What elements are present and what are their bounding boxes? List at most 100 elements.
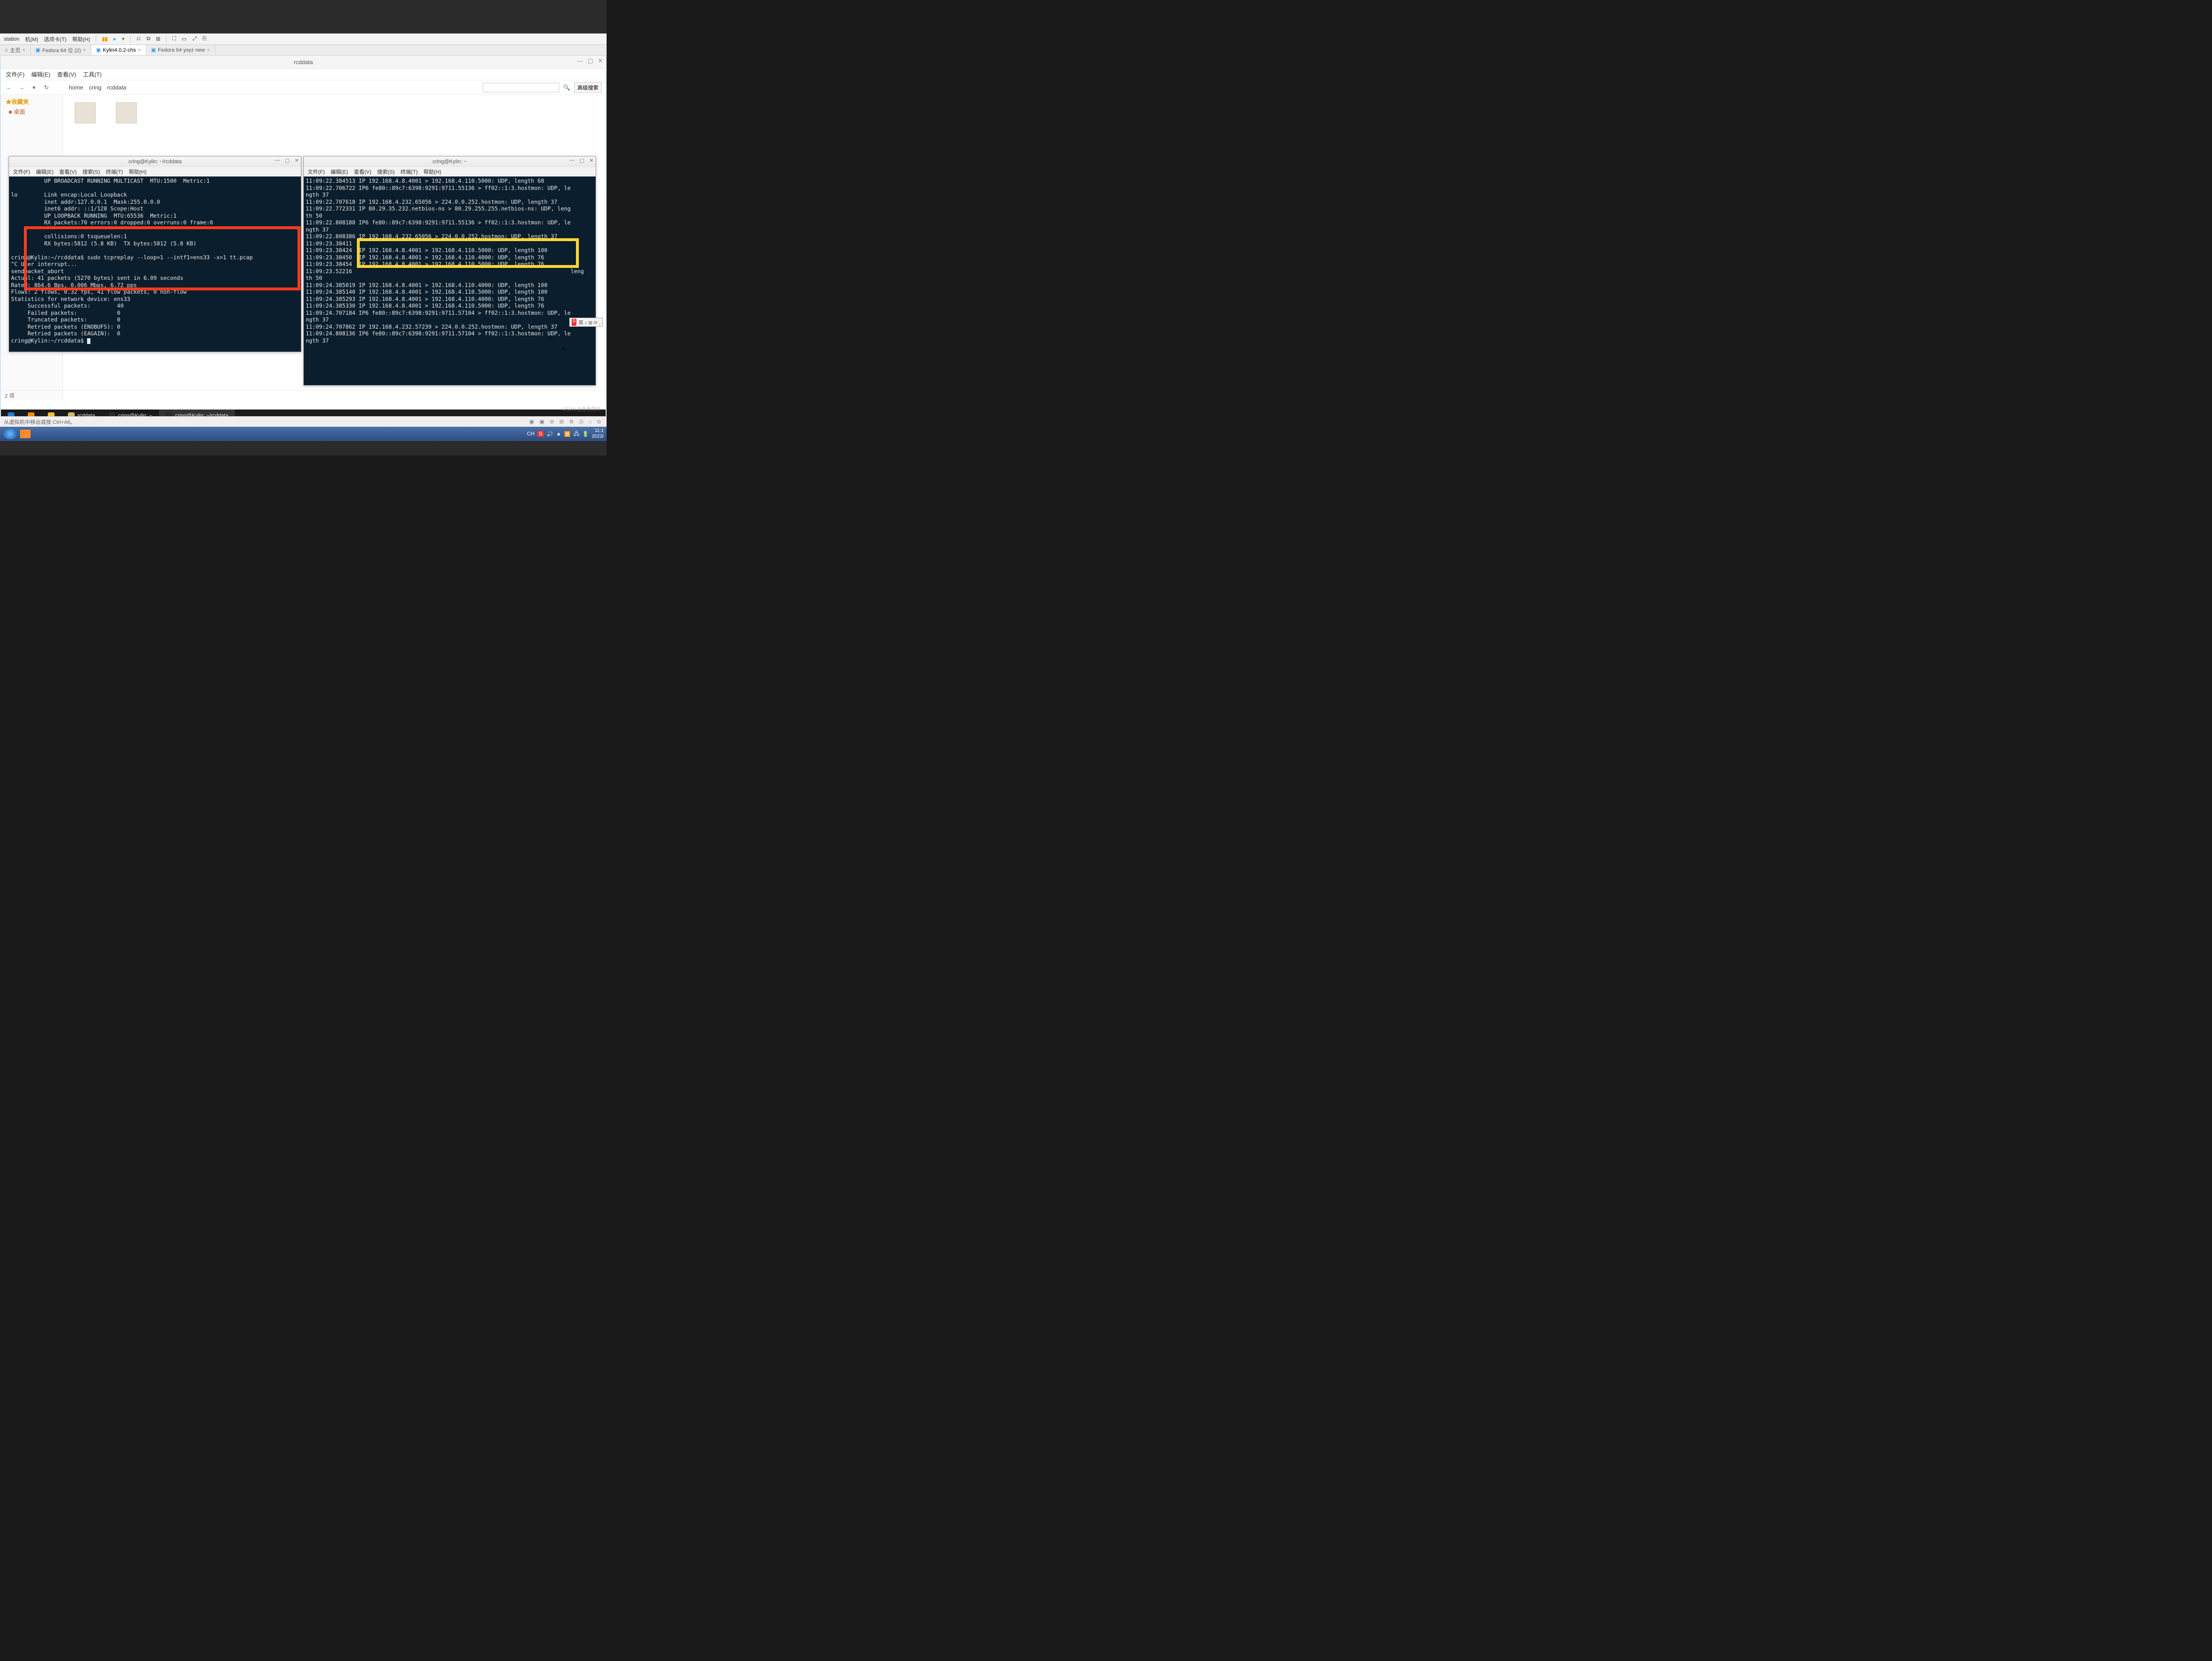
terminal-menu-item[interactable]: 查看(V) — [354, 168, 372, 176]
mouse-cursor-icon: ↖ — [562, 345, 567, 354]
terminal-menu-item[interactable]: 帮助(H) — [129, 168, 146, 176]
terminal-menu-item[interactable]: 搜索(S) — [82, 168, 100, 176]
close-icon[interactable]: × — [207, 47, 210, 53]
search-icon[interactable]: 🔍 — [563, 84, 570, 91]
minimize-icon[interactable]: — — [275, 157, 280, 164]
terminal-menu-item[interactable]: 查看(V) — [59, 168, 77, 176]
ime-indicator[interactable]: CH — [527, 431, 534, 437]
fm-menu-item[interactable]: 编辑(E) — [31, 70, 50, 78]
windows-start-icon[interactable] — [3, 429, 17, 439]
fm-menu-item[interactable]: 查看(V) — [57, 70, 76, 78]
toolbar-icon[interactable]: ⊞ — [156, 36, 160, 42]
tray-icon[interactable]: 🔊 — [547, 431, 553, 437]
close-icon[interactable]: × — [138, 47, 141, 53]
vm-tab[interactable]: ▣ Fedora 64 ysyz new × — [146, 45, 215, 55]
terminal-menu-item[interactable]: 帮助(H) — [423, 168, 441, 176]
ime-label: 英 ♪ ⊞ ⟳ , — [578, 319, 600, 326]
close-icon[interactable]: ✕ — [598, 57, 603, 64]
fullscreen-icon[interactable]: ⛶ — [172, 36, 176, 42]
play-icon[interactable]: ▸ — [113, 36, 116, 42]
breadcrumb-item[interactable]: rcddata — [107, 84, 126, 91]
fm-status-bar: 2 项 — [1, 390, 606, 400]
vmware-taskbar-icon[interactable] — [20, 430, 31, 438]
terminal-menu-item[interactable]: 终端(T) — [106, 168, 123, 176]
file-icon — [75, 102, 96, 123]
nav-back-icon[interactable]: ← — [5, 84, 13, 91]
vm-tab-label: Kylin4.0.2-chs — [103, 47, 136, 53]
nav-forward-icon[interactable]: → — [17, 84, 26, 91]
tray-icon[interactable]: 🈺 — [564, 431, 571, 437]
terminal-menu-bar: 文件(F) 编辑(E) 查看(V) 搜索(S) 终端(T) 帮助(H) — [9, 167, 301, 177]
search-input[interactable] — [483, 83, 559, 92]
terminal-menu-item[interactable]: 文件(F) — [13, 168, 30, 176]
terminal-right: cring@Kylin: ~ — ▢ ✕ 文件(F) 编辑(E) 查看(V) 搜… — [303, 156, 596, 386]
ime-float-bar[interactable]: S 英 ♪ ⊞ ⟳ , — [569, 318, 603, 327]
advanced-search-button[interactable]: 高级搜索 — [574, 82, 602, 93]
breadcrumb: home cring rcddata — [55, 84, 479, 91]
sidebar-favorites[interactable]: ★收藏夹 — [6, 98, 58, 106]
home-icon: ⌂ — [5, 47, 8, 53]
close-icon[interactable]: × — [83, 47, 86, 53]
terminal-menu-item[interactable]: 文件(F) — [308, 168, 325, 176]
clock-date: 2023/ — [592, 434, 604, 440]
tray-icon[interactable]: 🔋 — [582, 431, 589, 437]
minimize-icon[interactable]: — — [577, 57, 583, 64]
tray-icon[interactable]: 🖧 — [574, 430, 579, 439]
pause-icon[interactable]: ▮▮ — [102, 36, 108, 42]
vmware-menu-item[interactable]: 选项卡(T) — [44, 35, 66, 43]
file-icon — [116, 102, 137, 123]
vmware-menu-item[interactable]: 帮助(H) — [72, 35, 90, 43]
breadcrumb-item[interactable]: cring — [89, 84, 101, 91]
maximize-icon[interactable]: ▢ — [588, 57, 593, 64]
vmware-toolbar: station 机(M) 选项卡(T) 帮助(H) ▮▮ ▸ ▾ ⎌ ⧉ ⊞ ⛶… — [0, 33, 607, 45]
vm-tab[interactable]: ▣ Fedora 64 位 (2) × — [31, 45, 91, 55]
toolbar-icon[interactable]: ▭ — [182, 36, 187, 42]
vmware-device-icons[interactable]: ▣ ▣ ⊘ ⊞ ⚙ ⎙ ⌂ ⧉ — [529, 419, 603, 425]
toolbar-icon[interactable]: ⧉ — [146, 36, 150, 42]
minimize-icon[interactable]: — — [569, 157, 575, 164]
maximize-icon[interactable]: ▢ — [285, 157, 289, 164]
maximize-icon[interactable]: ▢ — [579, 157, 584, 164]
vmware-status-bar: 从虚拟机中移出或按 Ctrl+Alt。 ▣ ▣ ⊘ ⊞ ⚙ ⎙ ⌂ ⧉ — [0, 416, 607, 427]
dropdown-icon[interactable]: ▾ — [122, 36, 125, 42]
terminal-title: cring@Kylin: ~ — [432, 159, 466, 165]
close-icon[interactable]: ✕ — [589, 157, 594, 164]
os-icon: ▣ — [96, 47, 101, 53]
toolbar-icon[interactable]: ⎘ — [202, 36, 207, 42]
fm-menu-item[interactable]: 文件(F) — [6, 70, 24, 78]
host-taskbar: CH S 🔊 ▲ 🈺 🖧 🔋 11:1 2023/ — [0, 427, 607, 441]
close-icon[interactable]: ✕ — [295, 157, 299, 164]
snapshot-icon[interactable]: ⎌ — [136, 36, 141, 42]
breadcrumb-item[interactable]: home — [69, 84, 83, 91]
toolbar-separator — [130, 36, 131, 43]
vm-tab-home[interactable]: ⌂ 主页 × — [0, 45, 31, 55]
toolbar-icon[interactable]: ⤢ — [192, 36, 197, 42]
terminal-output[interactable]: UP BROADCAST RUNNING MULTICAST MTU:1500 … — [9, 177, 301, 352]
terminal-menu-item[interactable]: 编辑(E) — [331, 168, 348, 176]
sogou-icon[interactable]: S — [537, 431, 543, 437]
terminal-output[interactable]: 11:09:22.384513 IP 192.168.4.8.4001 > 19… — [304, 177, 596, 385]
os-icon: ▣ — [35, 47, 40, 53]
terminal-menu-item[interactable]: 编辑(E) — [36, 168, 54, 176]
fm-title: rcddata — [294, 59, 313, 66]
nav-dropdown-icon[interactable]: ▾ — [30, 84, 38, 91]
fm-titlebar[interactable]: rcddata — ▢ ✕ — [1, 55, 606, 69]
terminal-menu-item[interactable]: 终端(T) — [400, 168, 418, 176]
system-clock[interactable]: 11:1 2023/ — [592, 428, 604, 440]
sidebar-desktop[interactable]: ■ 桌面 — [9, 108, 58, 116]
fm-menu-item[interactable]: 工具(T) — [83, 70, 101, 78]
fm-menu-bar: 文件(F) 编辑(E) 查看(V) 工具(T) — [1, 69, 606, 80]
nav-reload-icon[interactable]: ↻ — [42, 84, 51, 91]
fm-nav-bar: ← → ▾ ↻ home cring rcddata 🔍 高级搜索 — [1, 80, 606, 95]
terminal-titlebar[interactable]: cring@Kylin: ~ — ▢ ✕ — [304, 156, 596, 167]
clock-time: 11:1 — [592, 428, 604, 434]
tray-icon[interactable]: ▲ — [556, 431, 561, 437]
vm-tab-active[interactable]: ▣ Kylin4.0.2-chs × — [91, 45, 146, 55]
vmware-menu-item: station — [4, 36, 19, 42]
terminal-title: cring@Kylin: ~/rcddata — [128, 159, 181, 165]
vmware-tab-bar: ⌂ 主页 × ▣ Fedora 64 位 (2) × ▣ Kylin4.0.2-… — [0, 45, 607, 55]
terminal-titlebar[interactable]: cring@Kylin: ~/rcddata — ▢ ✕ — [9, 156, 301, 167]
close-icon[interactable]: × — [22, 47, 25, 53]
terminal-menu-item[interactable]: 搜索(S) — [377, 168, 395, 176]
vmware-menu-item[interactable]: 机(M) — [25, 35, 38, 43]
